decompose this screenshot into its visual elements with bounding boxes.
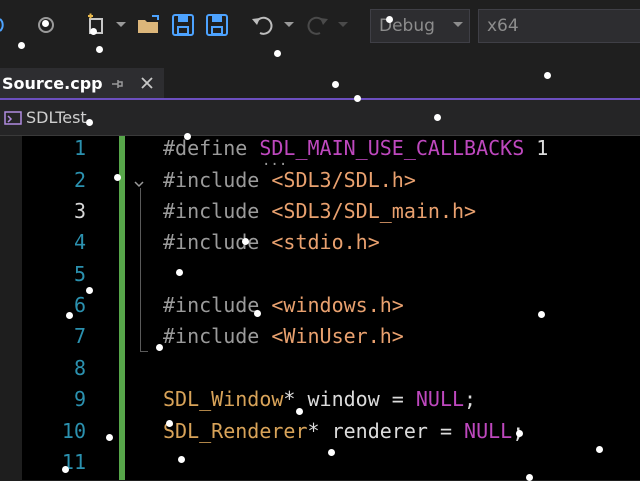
code-text: ; xyxy=(464,387,477,411)
open-folder-icon[interactable] xyxy=(136,10,162,40)
code-text: * renderer = xyxy=(307,419,465,443)
undo-icon[interactable] xyxy=(250,10,276,40)
snow-particle xyxy=(106,434,113,441)
type-name: SDL_Window xyxy=(163,387,284,411)
snow-particle xyxy=(178,456,185,463)
line-number: 5 xyxy=(73,262,86,286)
snow-particle xyxy=(184,133,191,140)
collapse-chevron-icon[interactable] xyxy=(132,172,146,188)
snow-particle xyxy=(386,16,393,23)
line-number: 4 xyxy=(73,230,86,254)
include-path: <windows.h> xyxy=(271,293,404,317)
snow-particle xyxy=(96,46,103,53)
line-number-current: 3 xyxy=(73,199,86,223)
macro-value: 1 xyxy=(536,136,549,160)
snow-particle xyxy=(66,312,73,319)
redo-dropdown-icon xyxy=(336,10,350,40)
macro-name: NULL xyxy=(415,387,465,411)
code-line[interactable]: SDL_Renderer* renderer = NULL; xyxy=(163,419,524,443)
code-line[interactable]: #include <WinUser.h> xyxy=(163,324,404,348)
snow-particle xyxy=(166,420,173,427)
navigate-back-icon[interactable] xyxy=(0,10,14,40)
snow-particle xyxy=(114,174,121,181)
type-name: SDL_Renderer xyxy=(163,419,308,443)
preprocessor-keyword: #include xyxy=(163,324,260,348)
line-number: 1 xyxy=(73,136,86,160)
tab-label: Source.cpp xyxy=(2,73,103,93)
macro-name: SDL_MAIN_USE_CALLBACKS xyxy=(259,136,525,160)
code-line[interactable]: #include <windows.h> xyxy=(163,293,404,317)
code-line[interactable]: SDL_Window* window = NULL; xyxy=(163,387,476,411)
line-number: 10 xyxy=(61,419,86,443)
platform-value: x64 xyxy=(487,16,519,36)
platform-dropdown[interactable]: x64 xyxy=(478,9,640,43)
code-editor[interactable]: ... 1 2 3 4 5 6 7 8 9 10 11 #define SDL_… xyxy=(0,136,640,480)
pin-icon[interactable] xyxy=(110,76,124,95)
line-number: 7 xyxy=(73,324,86,348)
preprocessor-keyword: #include xyxy=(163,293,260,317)
close-icon[interactable] xyxy=(140,75,154,94)
snow-particle xyxy=(538,311,545,318)
snow-particle xyxy=(296,408,303,415)
snow-particle xyxy=(86,287,93,294)
redo-icon[interactable] xyxy=(304,10,330,40)
macro-name: NULL xyxy=(464,419,513,443)
document-tab-strip: Source.cpp xyxy=(0,56,640,100)
chevron-down-icon[interactable] xyxy=(114,10,128,40)
outline-fold-line xyxy=(140,188,141,352)
snow-particle xyxy=(434,114,441,121)
include-path: <WinUser.h> xyxy=(271,324,404,348)
change-tracking-bar xyxy=(119,136,125,480)
include-path: <SDL3/SDL.h> xyxy=(271,168,416,192)
save-icon[interactable] xyxy=(170,10,196,40)
tab-source-cpp[interactable]: Source.cpp xyxy=(0,68,164,98)
save-all-icon[interactable] xyxy=(202,10,230,40)
snow-particle xyxy=(90,28,97,35)
snow-particle xyxy=(86,119,93,126)
snow-particle xyxy=(596,446,603,453)
snow-particle xyxy=(242,238,249,245)
project-dropdown[interactable]: SDLTest xyxy=(26,108,87,127)
include-path: <SDL3/SDL_main.h> xyxy=(271,199,477,223)
indicator-margin xyxy=(0,136,22,480)
line-number: 9 xyxy=(73,387,86,411)
configuration-dropdown[interactable]: Debug xyxy=(370,9,470,43)
undo-dropdown-icon[interactable] xyxy=(282,10,296,40)
line-number: 8 xyxy=(73,356,86,380)
outline-fold-end xyxy=(140,351,148,352)
chevron-down-icon xyxy=(453,22,463,27)
snow-particle xyxy=(544,72,551,79)
snow-particle xyxy=(274,50,281,57)
snow-particle xyxy=(156,344,163,351)
snow-particle xyxy=(254,310,261,317)
code-line[interactable]: #define SDL_MAIN_USE_CALLBACKS 1 xyxy=(163,136,548,160)
snow-particle xyxy=(332,81,339,88)
snow-particle xyxy=(176,269,183,276)
code-line[interactable]: #include <stdio.h> xyxy=(163,230,380,254)
snow-particle xyxy=(42,20,49,27)
snow-particle xyxy=(354,95,361,102)
preprocessor-keyword: #include xyxy=(163,199,260,223)
new-project-icon[interactable] xyxy=(82,10,112,40)
preprocessor-keyword: #define xyxy=(163,136,248,160)
navigation-bar: SDLTest xyxy=(0,100,640,136)
code-text: * window = xyxy=(283,387,416,411)
cpp-project-icon xyxy=(4,110,22,126)
include-path: <stdio.h> xyxy=(271,230,380,254)
line-number: 6 xyxy=(73,293,86,317)
snow-particle xyxy=(516,430,523,437)
preprocessor-keyword: #include xyxy=(163,168,260,192)
snow-particle xyxy=(18,42,25,49)
line-number: 2 xyxy=(73,168,86,192)
code-line[interactable]: #include <SDL3/SDL_main.h> xyxy=(163,199,476,223)
snow-particle xyxy=(328,449,335,456)
snow-particle xyxy=(62,466,69,473)
code-line[interactable]: #include <SDL3/SDL.h> xyxy=(163,168,416,192)
